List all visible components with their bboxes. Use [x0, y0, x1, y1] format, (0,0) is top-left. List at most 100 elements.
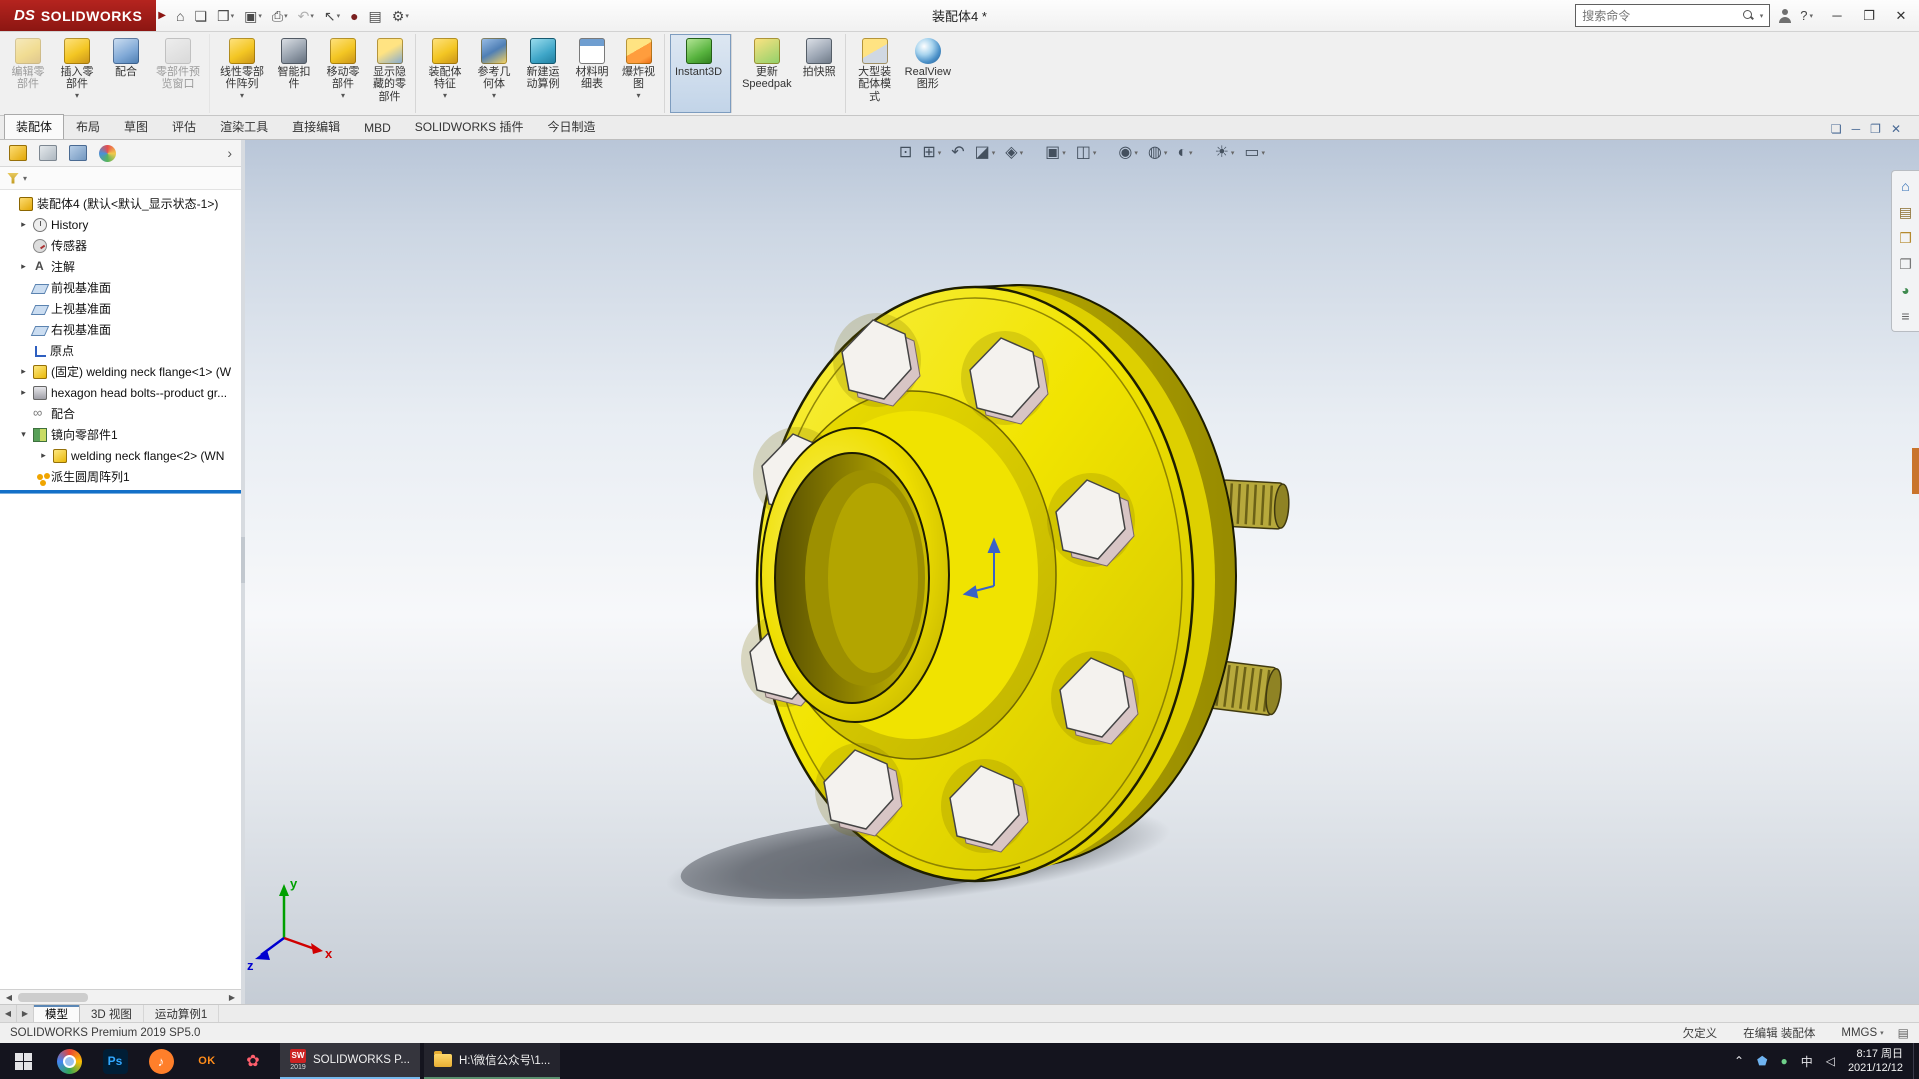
status-sheet-icon[interactable]: ▤ [1898, 1026, 1909, 1040]
scroll-right-icon[interactable]: ▶ [225, 993, 239, 1002]
ribbon-button[interactable]: 大型装 配体模 式 [851, 34, 899, 113]
logo-flyout-arrow-icon[interactable]: ▶ [158, 10, 166, 21]
command-tab[interactable]: 布局 [64, 114, 112, 139]
taskbar-app-button[interactable] [46, 1043, 92, 1079]
model-canvas[interactable]: y x z [245, 140, 1919, 1004]
tree-item[interactable]: ▸ hexagon head bolts--product gr... [0, 382, 241, 403]
dropdown-caret-icon[interactable]: ▾ [341, 92, 345, 100]
document-window-control-icon[interactable]: ─ [1852, 123, 1861, 135]
ribbon-button[interactable]: 材料明 细表 [568, 34, 616, 113]
tree-item[interactable]: 配合 [0, 403, 241, 424]
dropdown-caret-icon[interactable]: ▾ [1134, 149, 1138, 157]
dropdown-caret-icon[interactable]: ▾ [231, 12, 235, 20]
tree-expander-icon[interactable]: ▸ [18, 366, 29, 377]
scrollbar-thumb[interactable] [18, 993, 88, 1002]
task-pane-tab[interactable]: ▤ [1895, 201, 1917, 223]
document-tab[interactable]: 运动算例1 [144, 1005, 219, 1022]
taskbar-window-solidworks[interactable]: SW 2019 SOLIDWORKS P... [280, 1043, 420, 1079]
task-pane-tab[interactable]: ❐ [1895, 253, 1917, 275]
view-tool-button[interactable]: ↶ [947, 143, 968, 163]
tree-item[interactable]: ▾ 镜向零部件1 [0, 424, 241, 445]
view-tool-button[interactable]: ◪ ▾ [971, 143, 1000, 163]
dropdown-caret-icon[interactable]: ▾ [1093, 149, 1097, 157]
command-tab[interactable]: SOLIDWORKS 插件 [403, 114, 536, 139]
window-control-button[interactable]: ❐ [1853, 3, 1885, 29]
quick-access-button[interactable]: ⎙ ▾ [268, 7, 292, 25]
view-tool-button[interactable]: ⊞ ▾ [918, 143, 945, 163]
panel-tab-icon[interactable] [99, 145, 116, 162]
task-pane-tab[interactable]: ❒ [1895, 227, 1917, 249]
quick-access-button[interactable]: ⚙ ▾ [388, 7, 413, 25]
help-menu[interactable]: ? ▾ [1800, 8, 1813, 23]
task-pane-tab[interactable]: ≡ [1895, 305, 1917, 327]
taskbar-app-button[interactable]: Ps [92, 1043, 138, 1079]
view-tool-button[interactable]: ☀ ▾ [1211, 143, 1239, 163]
dropdown-caret-icon[interactable]: ▾ [75, 92, 79, 100]
tree-item[interactable]: ▸ 注解 [0, 256, 241, 277]
tree-expander-icon[interactable]: ▸ [18, 387, 29, 398]
tray-icon[interactable]: ● [1780, 1054, 1787, 1068]
tree-item[interactable]: 上视基准面 [0, 298, 241, 319]
dropdown-caret-icon[interactable]: ▾ [240, 92, 244, 100]
dropdown-caret-icon[interactable]: ▾ [938, 149, 942, 157]
document-window-control-icon[interactable]: ❐ [1870, 123, 1881, 135]
tray-icon[interactable]: ⌃ [1734, 1054, 1744, 1068]
tree-item[interactable]: 派生圆周阵列1 [0, 466, 241, 487]
taskbar-clock[interactable]: 8:17 周日 2021/12/12 [1848, 1047, 1903, 1076]
document-window-control-icon[interactable]: ✕ [1891, 123, 1901, 135]
tree-item[interactable]: 传感器 [0, 235, 241, 256]
document-tab[interactable]: 模型 [34, 1005, 80, 1022]
ribbon-button[interactable]: 移动零 部件 ▾ [319, 34, 367, 113]
dropdown-caret-icon[interactable]: ▾ [492, 92, 496, 100]
tray-icon[interactable]: 中 [1801, 1053, 1813, 1070]
dropdown-caret-icon[interactable]: ▾ [258, 12, 262, 20]
dropdown-caret-icon[interactable]: ▾ [284, 12, 288, 20]
task-pane-tab[interactable]: ◕ [1895, 279, 1917, 301]
ribbon-button[interactable]: 零部件预 览窗口 [151, 34, 210, 113]
dropdown-caret-icon[interactable]: ▾ [443, 92, 447, 100]
command-tab[interactable]: 渲染工具 [208, 114, 280, 139]
tree-expander-icon[interactable]: ▸ [38, 450, 49, 461]
taskbar-app-button[interactable]: ✿ [230, 1043, 276, 1079]
document-window-control-icon[interactable]: ❏ [1831, 123, 1842, 135]
document-tab[interactable]: 3D 视图 [80, 1005, 144, 1022]
tree-item[interactable]: 前视基准面 [0, 277, 241, 298]
dropdown-caret-icon[interactable]: ▾ [1189, 149, 1193, 157]
view-tool-button[interactable]: ◫ ▾ [1072, 143, 1101, 163]
ribbon-button[interactable]: 拍快照 [798, 34, 846, 113]
search-icon[interactable] [1743, 10, 1755, 22]
ribbon-button[interactable]: 装配体 特征 ▾ [421, 34, 469, 113]
quick-access-button[interactable]: ❒ ▾ [213, 7, 238, 25]
dropdown-caret-icon[interactable]: ▾ [405, 12, 409, 20]
panel-expand-chevron-icon[interactable]: › [227, 145, 232, 161]
view-tool-button[interactable]: ◐ ▾ [1173, 143, 1196, 163]
command-tab[interactable]: 今日制造 [535, 114, 607, 139]
ribbon-button[interactable]: 线性零部 件阵列 ▾ [215, 34, 269, 113]
filter-funnel-icon[interactable] [7, 173, 19, 184]
tray-icon[interactable]: ⬟ [1757, 1054, 1767, 1068]
panel-tab-icon[interactable] [69, 145, 87, 161]
dropdown-caret-icon[interactable]: ▾ [992, 149, 996, 157]
view-tool-button[interactable]: ◉ ▾ [1114, 143, 1141, 163]
tree-expander-icon[interactable]: ▾ [18, 429, 29, 440]
panel-tab-icon[interactable] [9, 145, 27, 161]
graphics-viewport[interactable]: y x z ⊡ ⊞ ▾ [245, 140, 1919, 1004]
view-tool-button[interactable]: ▣ ▾ [1041, 143, 1070, 163]
ribbon-button[interactable]: 配合 [102, 34, 150, 113]
taskbar-app-button[interactable]: OK [184, 1043, 230, 1079]
scroll-left-icon[interactable]: ◀ [2, 993, 16, 1002]
dropdown-caret-icon[interactable]: ▾ [1164, 149, 1168, 157]
show-desktop-button[interactable] [1913, 1043, 1919, 1079]
ribbon-button[interactable]: 显示隐 藏的零 部件 [368, 34, 416, 113]
tree-expander-icon[interactable]: ▸ [18, 261, 29, 272]
dropdown-caret-icon[interactable]: ▾ [1231, 149, 1235, 157]
command-tab[interactable]: 评估 [160, 114, 208, 139]
command-search-box[interactable]: ▾ [1575, 4, 1770, 27]
ribbon-button[interactable]: 更新 Speedpak [737, 34, 797, 113]
quick-access-button[interactable]: ▤ [365, 7, 386, 25]
panel-horizontal-scrollbar[interactable]: ◀ ▶ [0, 989, 241, 1004]
rollback-bar[interactable] [0, 490, 241, 493]
taskbar-app-button[interactable]: ♪ [138, 1043, 184, 1079]
command-tab[interactable]: 装配体 [4, 114, 64, 139]
dropdown-caret-icon[interactable]: ▾ [1020, 149, 1024, 157]
